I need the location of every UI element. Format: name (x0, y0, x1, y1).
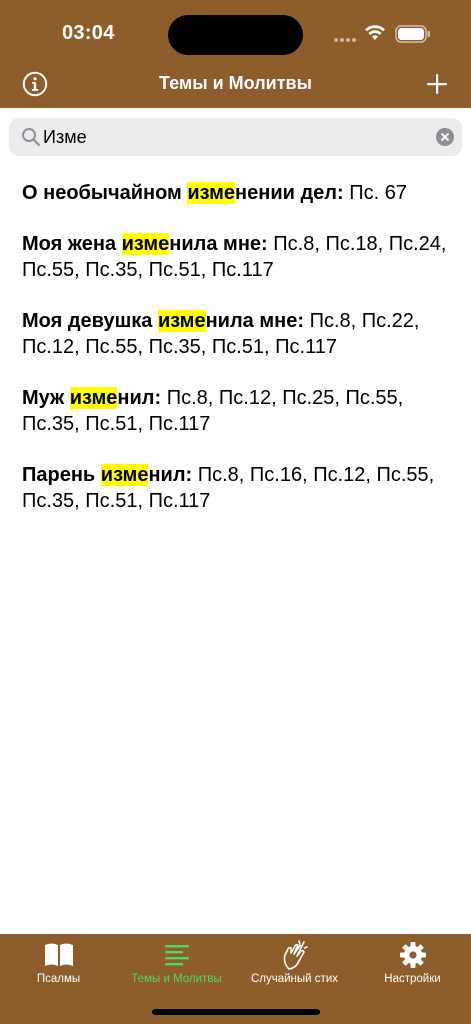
tab-random-verse[interactable]: Случайный стих (236, 934, 353, 994)
search-highlight: изме (69, 387, 118, 409)
tab-label: Псалмы (36, 973, 81, 985)
item-title: Моя девушка изменила мне: (22, 310, 305, 332)
list-item[interactable]: Моя жена изменила мне: Пс.8, Пс.18, Пс.2… (22, 231, 452, 283)
search-highlight: изме (187, 182, 236, 204)
tab-themes-prayers[interactable]: Темы и Молитвы (118, 934, 235, 994)
cellular-signal-icon (334, 38, 356, 42)
search-input[interactable] (43, 118, 423, 156)
dynamic-island (168, 15, 303, 55)
page-title: Темы и Молитвы (159, 73, 312, 93)
search-icon (22, 128, 41, 147)
clear-search-button[interactable] (436, 128, 454, 146)
item-title: О необычайном изменении дел: (22, 182, 344, 204)
list-item[interactable]: Муж изменил: Пс.8, Пс.12, Пс.25, Пс.55, … (22, 385, 452, 437)
add-button[interactable] (424, 71, 450, 97)
clapping-hands-icon (283, 940, 308, 970)
gear-icon (399, 942, 426, 968)
tab-label: Темы и Молитвы (131, 973, 222, 985)
item-title: Моя жена изменила мне: (22, 233, 268, 255)
list-item[interactable]: О необычайном изменении дел: Пс. 67 (22, 180, 452, 206)
list-item[interactable]: Моя девушка изменила мне: Пс.8, Пс.22, П… (22, 308, 452, 360)
tab-label: Настройки (384, 973, 441, 985)
home-indicator (152, 1009, 320, 1015)
item-title: Муж изменил: (22, 387, 162, 409)
search-highlight: изме (100, 464, 149, 486)
book-icon (44, 943, 73, 966)
tab-label: Случайный стих (250, 973, 338, 985)
search-bar[interactable] (9, 118, 462, 156)
top-bar: 03:04 Темы и Молитвы (0, 0, 471, 108)
tab-settings[interactable]: Настройки (354, 934, 471, 994)
wifi-icon (365, 25, 385, 40)
status-time: 03:04 (62, 22, 115, 44)
list-icon (164, 945, 189, 966)
tab-psalms[interactable]: Псалмы (0, 934, 117, 994)
battery-icon (395, 25, 430, 43)
item-title: Парень изменил: (22, 464, 193, 486)
item-refs: Пс. 67 (343, 182, 407, 204)
search-highlight: изме (157, 310, 206, 332)
list-item[interactable]: Парень изменил: Пс.8, Пс.16, Пс.12, Пс.5… (22, 462, 452, 514)
search-highlight: изме (121, 233, 170, 255)
results-list: О необычайном изменении дел: Пс. 67 Моя … (22, 180, 452, 539)
